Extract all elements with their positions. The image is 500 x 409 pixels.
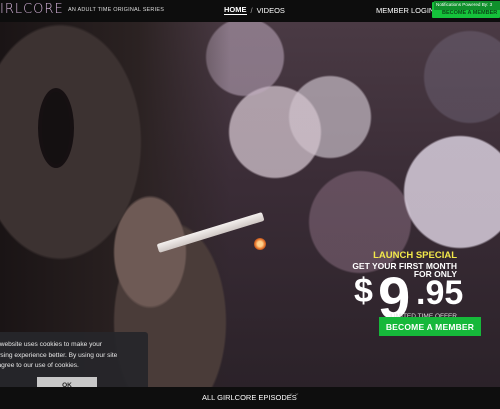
sunglasses-shape <box>38 88 74 168</box>
launch-special-label: LAUNCH SPECIAL <box>373 250 457 261</box>
notifications-popup[interactable]: Notifications Powered By: 3 <box>434 1 500 10</box>
chevron-down-icon[interactable]: ⌄⌄ <box>288 390 300 397</box>
tagline: AN ADULT TIME ORIGINAL SERIES <box>68 7 165 13</box>
nav-separator: / <box>250 5 253 15</box>
cookie-message: ur website uses cookies to make your ows… <box>0 340 132 372</box>
price-dollar-sign: $ <box>354 272 373 310</box>
all-episodes-link[interactable]: ALL GIRLCORE EPISODES <box>202 393 297 402</box>
cookie-line-2: owsing experience better. By using our s… <box>0 351 118 359</box>
nav-home-link[interactable]: HOME <box>224 5 247 15</box>
bottom-bar: ALL GIRLCORE EPISODES ⌄⌄ <box>0 387 500 409</box>
nav-videos-link[interactable]: VIDEOS <box>257 6 285 15</box>
main-nav: HOME / VIDEOS <box>224 5 285 15</box>
cookie-line-1: ur website uses cookies to make your <box>0 341 102 348</box>
top-navigation-bar: IRLCORE AN ADULT TIME ORIGINAL SERIES HO… <box>0 0 500 22</box>
become-member-top-label: BECOME A MEMBER <box>442 10 498 16</box>
site-logo[interactable]: IRLCORE <box>0 2 64 17</box>
price-minor: .95 <box>416 274 464 312</box>
cigarette-ember <box>254 238 266 250</box>
cookie-line-3: u agree to our use of cookies. <box>0 362 79 369</box>
member-login-link[interactable]: MEMBER LOGIN <box>376 6 434 15</box>
become-member-button[interactable]: BECOME A MEMBER <box>379 317 481 336</box>
